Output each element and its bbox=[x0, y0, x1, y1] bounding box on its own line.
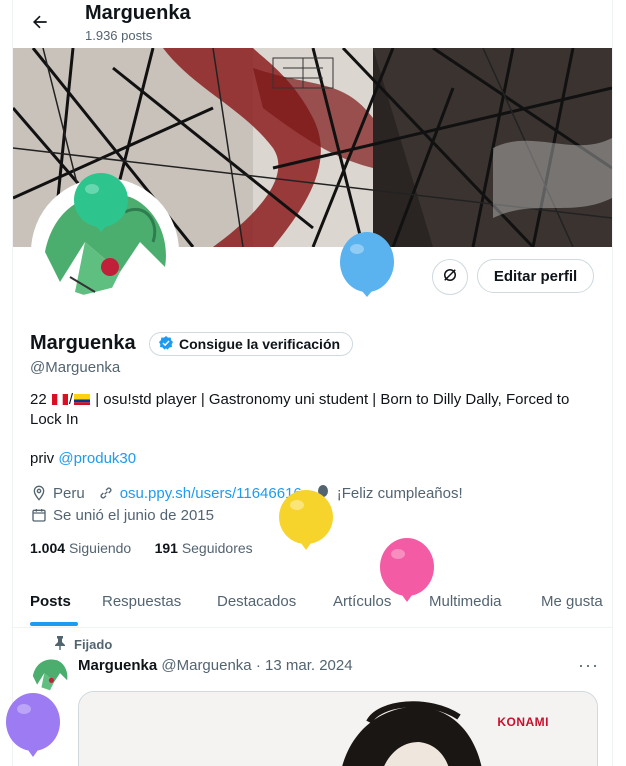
pink-balloon-icon bbox=[380, 538, 434, 602]
verified-badge-icon bbox=[158, 335, 174, 354]
profile-name: Marguenka bbox=[30, 332, 136, 354]
tab-posts[interactable]: Posts bbox=[30, 593, 71, 610]
profile-column: Marguenka 1.936 posts Editar perfil Marg… bbox=[12, 0, 613, 766]
profile-joined-row: Se unió el junio de 2015 bbox=[30, 506, 214, 524]
get-verified-label: Consigue la verificación bbox=[179, 336, 341, 352]
bio-priv-line: priv @produk30 bbox=[30, 450, 136, 467]
tab-media[interactable]: Multimedia bbox=[429, 593, 502, 610]
profile-handle: @Marguenka bbox=[30, 359, 121, 376]
profile-website-link[interactable]: osu.ppy.sh/users/11646616 bbox=[120, 485, 302, 502]
location-icon bbox=[30, 484, 48, 502]
link-icon bbox=[97, 484, 115, 502]
header-post-count: 1.936 posts bbox=[85, 28, 153, 43]
yellow-balloon-icon bbox=[279, 490, 333, 550]
followers-count: 191 bbox=[154, 540, 178, 556]
pinned-indicator: Fijado bbox=[54, 636, 112, 653]
top-header: Marguenka 1.936 posts bbox=[13, 0, 612, 48]
bio-text: | osu!std player | Gastronomy uni studen… bbox=[30, 391, 570, 428]
tab-likes[interactable]: Me gusta bbox=[541, 593, 603, 610]
profile-birthday: ¡Feliz cumpleaños! bbox=[336, 484, 463, 502]
back-arrow-icon[interactable] bbox=[27, 9, 53, 35]
colombia-flag-icon bbox=[74, 391, 91, 405]
following-stat[interactable]: 1.004 Siguiendo bbox=[30, 540, 131, 556]
bio-mention-link[interactable]: @produk30 bbox=[58, 450, 136, 467]
calendar-icon bbox=[30, 506, 48, 524]
more-options-icon[interactable]: ··· bbox=[578, 655, 599, 676]
profile-location: Peru bbox=[53, 484, 85, 502]
green-balloon-icon bbox=[74, 173, 128, 232]
peru-flag-icon bbox=[51, 391, 68, 405]
follow-stats: 1.004 Siguiendo 191 Seguidores bbox=[30, 540, 253, 556]
post-author-handle[interactable]: @Marguenka bbox=[161, 657, 251, 674]
get-verified-button[interactable]: Consigue la verificación bbox=[149, 332, 354, 356]
edit-profile-button[interactable]: Editar perfil bbox=[477, 259, 594, 293]
post-header: Marguenka @Marguenka · 13 mar. 2024 bbox=[78, 657, 353, 674]
pin-icon bbox=[54, 636, 66, 653]
post-author-name[interactable]: Marguenka bbox=[78, 657, 157, 674]
purple-balloon-icon bbox=[6, 693, 60, 757]
profile-joined: Se unió el junio de 2015 bbox=[53, 506, 214, 524]
media-brand-text: KONAMI bbox=[497, 715, 549, 729]
following-count: 1.004 bbox=[30, 540, 66, 556]
unlink-account-button[interactable] bbox=[432, 259, 468, 295]
post-media[interactable]: KONAMI bbox=[78, 691, 598, 766]
post-separator: · bbox=[255, 657, 261, 674]
bio-age: 22 bbox=[30, 391, 47, 408]
header-name: Marguenka bbox=[85, 2, 191, 24]
following-label: Siguiendo bbox=[68, 540, 132, 556]
active-tab-indicator bbox=[30, 622, 78, 626]
blue-balloon-icon bbox=[340, 232, 394, 297]
profile-meta-row: Peru osu.ppy.sh/users/11646616 ¡Feliz cu… bbox=[30, 484, 463, 502]
bio-priv: priv bbox=[30, 450, 55, 467]
tab-replies[interactable]: Respuestas bbox=[102, 593, 181, 610]
no-link-icon bbox=[441, 266, 459, 289]
post-date[interactable]: 13 mar. 2024 bbox=[265, 657, 353, 674]
tab-highlights[interactable]: Destacados bbox=[217, 593, 296, 610]
pinned-label: Fijado bbox=[74, 637, 113, 652]
post-author-avatar[interactable] bbox=[30, 656, 70, 696]
profile-bio: 22 / | osu!std player | Gastronomy uni s… bbox=[30, 391, 570, 428]
followers-stat[interactable]: 191 Seguidores bbox=[155, 540, 253, 556]
profile-tabs: Posts Respuestas Destacados Artículos Mu… bbox=[13, 577, 612, 628]
followers-label: Seguidores bbox=[181, 540, 253, 556]
